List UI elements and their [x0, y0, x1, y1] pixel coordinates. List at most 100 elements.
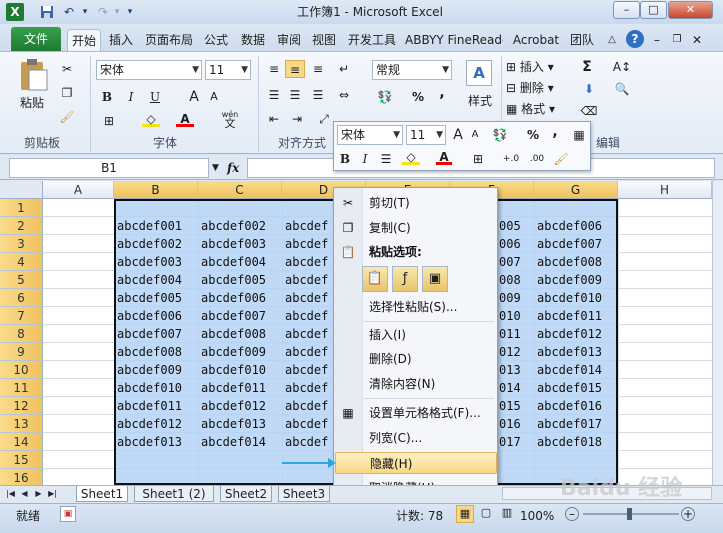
- phonetic-guide-button[interactable]: wén 文: [220, 110, 240, 129]
- last-sheet-icon[interactable]: ▶|: [47, 487, 58, 500]
- tab-data[interactable]: 数据: [238, 29, 268, 51]
- cell-d4[interactable]: abcdef: [282, 253, 328, 271]
- sort-filter-icon[interactable]: A↕: [608, 58, 636, 76]
- increase-indent-icon[interactable]: ⇥: [287, 110, 307, 128]
- tab-developer[interactable]: 开发工具: [344, 29, 400, 51]
- tab-review[interactable]: 审阅: [274, 29, 304, 51]
- cell-c10[interactable]: abcdef010: [198, 361, 266, 379]
- name-box-dropdown-icon[interactable]: ▼: [212, 160, 220, 176]
- row-header-9[interactable]: 9: [0, 343, 43, 361]
- cell-g12[interactable]: abcdef016: [534, 397, 602, 415]
- workbook-restore-icon[interactable]: ❐: [670, 29, 684, 51]
- mini-accounting-icon[interactable]: 💱: [490, 126, 510, 144]
- menu-item-cut[interactable]: ✂ 剪切(T): [335, 192, 497, 214]
- number-format-combo[interactable]: 常规 ▼: [372, 60, 452, 80]
- page-layout-view-icon[interactable]: ▢: [477, 505, 495, 523]
- insert-function-icon[interactable]: fx: [227, 158, 245, 178]
- cell-f7[interactable]: 010: [496, 307, 521, 325]
- cell-b7[interactable]: abcdef006: [114, 307, 182, 325]
- cell-d14[interactable]: abcdef: [282, 433, 328, 451]
- align-bottom-icon[interactable]: ≡: [308, 60, 328, 78]
- row-header-1[interactable]: 1: [0, 199, 43, 217]
- tab-acrobat[interactable]: Acrobat: [508, 29, 564, 51]
- borders-icon[interactable]: ⊞: [100, 112, 118, 130]
- styles-button[interactable]: 样式: [462, 92, 498, 110]
- paste-icon[interactable]: [17, 58, 49, 92]
- excel-app-icon[interactable]: X: [6, 3, 24, 21]
- cell-g14[interactable]: abcdef018: [534, 433, 602, 451]
- mini-increase-decimal-icon[interactable]: +.0: [500, 150, 522, 168]
- tab-home[interactable]: 开始: [67, 29, 101, 51]
- cell-c13[interactable]: abcdef013: [198, 415, 266, 433]
- workbook-minimize-icon[interactable]: –: [650, 29, 664, 51]
- select-all-button[interactable]: [0, 181, 43, 199]
- row-header-11[interactable]: 11: [0, 379, 43, 397]
- customize-quick-access-icon[interactable]: ▾: [124, 3, 136, 21]
- mini-fill-color-icon[interactable]: ◇: [402, 150, 420, 165]
- align-center-icon[interactable]: ☰: [285, 86, 305, 104]
- sheet-tab-sheet1[interactable]: Sheet1: [76, 486, 128, 502]
- cell-f3[interactable]: 006: [496, 235, 521, 253]
- paste-button[interactable]: 粘贴: [14, 94, 50, 112]
- cell-g13[interactable]: abcdef017: [534, 415, 602, 433]
- underline-button[interactable]: U: [146, 88, 164, 106]
- find-select-icon[interactable]: 🔍: [608, 80, 636, 98]
- cell-f13[interactable]: 016: [496, 415, 521, 433]
- cell-g11[interactable]: abcdef015: [534, 379, 602, 397]
- tab-insert[interactable]: 插入: [106, 29, 136, 51]
- cell-d10[interactable]: abcdef: [282, 361, 328, 379]
- cell-f9[interactable]: 012: [496, 343, 521, 361]
- mini-size-combo[interactable]: 11 ▼: [406, 125, 446, 145]
- menu-item-hide[interactable]: 隐藏(H): [335, 452, 497, 474]
- help-icon[interactable]: ?: [626, 30, 644, 48]
- mini-center-icon[interactable]: ☰: [378, 150, 394, 168]
- cell-d12[interactable]: abcdef: [282, 397, 328, 415]
- tab-abbyy[interactable]: ABBYY FineReader: [405, 29, 503, 51]
- cell-f6[interactable]: 009: [496, 289, 521, 307]
- cell-f2[interactable]: 005: [496, 217, 521, 235]
- cell-c3[interactable]: abcdef003: [198, 235, 266, 253]
- paste-option-formulas-icon[interactable]: ƒ: [392, 266, 418, 292]
- row-header-12[interactable]: 12: [0, 397, 43, 415]
- column-header-h[interactable]: H: [618, 181, 712, 199]
- mini-font-color-icon[interactable]: A: [436, 150, 452, 165]
- row-header-8[interactable]: 8: [0, 325, 43, 343]
- mini-format-icon[interactable]: ▦: [570, 126, 588, 144]
- bold-button[interactable]: B: [98, 88, 116, 106]
- mini-bold-button[interactable]: B: [338, 150, 352, 168]
- styles-icon[interactable]: A: [466, 60, 492, 86]
- mini-comma-button[interactable]: ,: [550, 123, 560, 141]
- italic-button[interactable]: I: [122, 88, 140, 106]
- zoom-in-icon[interactable]: +: [681, 507, 695, 521]
- undo-icon[interactable]: ↶: [60, 3, 78, 21]
- paste-option-paste-icon[interactable]: 📋: [362, 266, 388, 292]
- merge-center-icon[interactable]: ⇔: [334, 86, 354, 104]
- cell-c11[interactable]: abcdef011: [198, 379, 266, 397]
- cell-g10[interactable]: abcdef014: [534, 361, 602, 379]
- prev-sheet-icon[interactable]: ◀: [19, 487, 30, 500]
- menu-item-clear-contents[interactable]: 清除内容(N): [335, 373, 497, 395]
- row-header-13[interactable]: 13: [0, 415, 43, 433]
- format-painter-icon[interactable]: 🖌: [58, 108, 76, 126]
- grow-font-button[interactable]: A: [186, 88, 202, 106]
- menu-item-format-cells[interactable]: ▦ 设置单元格格式(F)...: [335, 402, 497, 424]
- align-middle-icon[interactable]: ≡: [285, 60, 305, 78]
- minimize-button[interactable]: –: [613, 1, 640, 19]
- tab-formulas[interactable]: 公式: [201, 29, 231, 51]
- first-sheet-icon[interactable]: |◀: [5, 487, 16, 500]
- cell-c8[interactable]: abcdef008: [198, 325, 266, 343]
- cell-b8[interactable]: abcdef007: [114, 325, 182, 343]
- row-header-14[interactable]: 14: [0, 433, 43, 451]
- undo-dropdown-icon[interactable]: ▾: [80, 3, 90, 21]
- row-header-7[interactable]: 7: [0, 307, 43, 325]
- cell-b3[interactable]: abcdef002: [114, 235, 182, 253]
- cell-c9[interactable]: abcdef009: [198, 343, 266, 361]
- maximize-button[interactable]: □: [640, 1, 667, 19]
- insert-cells-button[interactable]: ⊞ 插入 ▾: [506, 58, 570, 76]
- cell-b13[interactable]: abcdef012: [114, 415, 182, 433]
- row-header-4[interactable]: 4: [0, 253, 43, 271]
- cell-d9[interactable]: abcdef: [282, 343, 328, 361]
- close-button[interactable]: ✕: [668, 1, 713, 19]
- mini-italic-button[interactable]: I: [358, 150, 372, 168]
- cell-b14[interactable]: abcdef013: [114, 433, 182, 451]
